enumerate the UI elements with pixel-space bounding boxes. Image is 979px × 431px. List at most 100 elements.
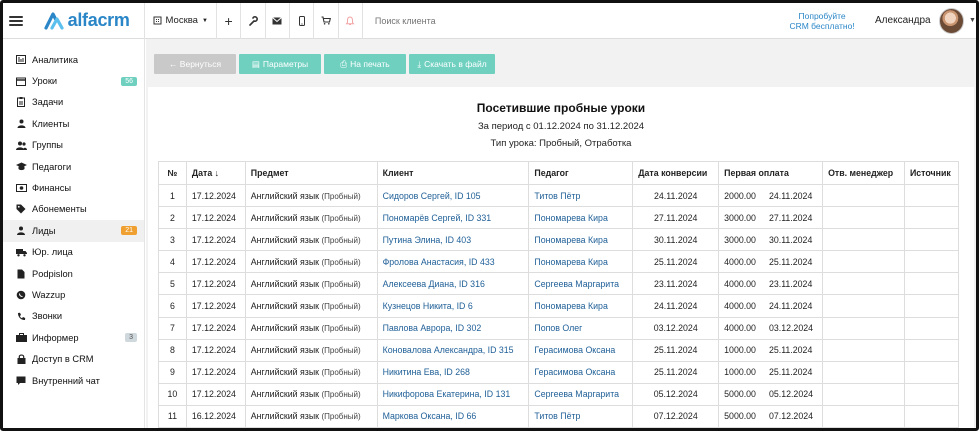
parameters-button[interactable]: ▤ Параметры xyxy=(239,54,321,74)
teacher-link[interactable]: Сергеева Маргарита xyxy=(534,279,619,289)
teacher-link[interactable]: Герасимова Оксана xyxy=(534,367,615,377)
conversion-date: 25.11.2024 xyxy=(632,360,720,384)
sidebar-item-4[interactable]: Группы xyxy=(3,135,144,156)
client-link[interactable]: Сидоров Сергей, ID 105 xyxy=(383,191,481,201)
client-link[interactable]: Никифорова Екатерина, ID 131 xyxy=(383,389,511,399)
mobile-icon[interactable] xyxy=(290,3,313,39)
payment-date: 05.12.2024 xyxy=(768,389,813,400)
sidebar-item-label: Задачи xyxy=(32,97,64,108)
client-link-cell: Кузнецов Никита, ID 6 xyxy=(376,294,530,318)
manager xyxy=(822,183,905,208)
try-free-link[interactable]: Попробуйте CRM бесплатно! xyxy=(783,11,861,31)
download-label: Скачать в файл xyxy=(424,59,487,69)
teacher-link[interactable]: Пономарева Кира xyxy=(534,257,607,267)
wrench-icon[interactable] xyxy=(241,3,264,39)
payment-amount: 3000.00 xyxy=(724,234,756,245)
envelope-icon[interactable] xyxy=(266,3,289,39)
sidebar-item-label: Группы xyxy=(32,140,63,151)
client-link[interactable]: Пономарёв Сергей, ID 331 xyxy=(383,213,492,223)
client-link[interactable]: Павлова Аврора, ID 302 xyxy=(383,323,482,333)
logo[interactable]: alfacrm xyxy=(43,3,130,39)
back-button[interactable]: ← Вернуться xyxy=(154,54,236,74)
subject: Английский язык (Пробный) xyxy=(244,360,378,384)
teacher-link[interactable]: Герасимова Оксана xyxy=(534,345,615,355)
sidebar-item-label: Аналитика xyxy=(32,54,79,65)
client-search-input[interactable] xyxy=(362,3,734,39)
download-button[interactable]: ⤓ Скачать в файл xyxy=(409,54,495,74)
sidebar-item-11[interactable]: Wazzup xyxy=(3,284,144,305)
bell-icon[interactable] xyxy=(339,3,362,39)
teacher-link[interactable]: Пономарева Кира xyxy=(534,213,607,223)
client-link-cell: Алексеева Диана, ID 316 xyxy=(376,272,530,296)
source xyxy=(903,382,960,406)
sidebar-item-1[interactable]: Уроки 56 xyxy=(3,70,144,91)
col-first-payment[interactable]: Первая оплата xyxy=(718,161,824,185)
col-date[interactable]: Дата ↓ xyxy=(185,161,246,185)
print-button[interactable]: ⎙ На печать xyxy=(324,54,406,74)
sidebar-item-7[interactable]: Абонементы xyxy=(3,199,144,220)
col-client[interactable]: Клиент xyxy=(376,161,530,185)
sidebar-item-9[interactable]: Юр. лица xyxy=(3,242,144,263)
col-conversion-date[interactable]: Дата конверсии xyxy=(632,161,720,185)
sidebar-item-label: Финансы xyxy=(32,183,72,194)
payment-amount: 5000.00 xyxy=(724,389,756,400)
teacher-link[interactable]: Пономарева Кира xyxy=(534,301,607,311)
manager xyxy=(822,206,905,230)
col-source[interactable]: Источник xyxy=(903,161,960,185)
subject-name: Английский язык xyxy=(250,323,319,334)
teacher-link[interactable]: Пономарева Кира xyxy=(534,235,607,245)
sidebar-item-12[interactable]: Звонки xyxy=(3,306,144,327)
sidebar-item-5[interactable]: Педагоги xyxy=(3,156,144,177)
first-payment-cell: 3000.00 30.11.2024 xyxy=(718,228,824,252)
report-table: № Дата ↓ Предмет Клиент Педагог Дата кон… xyxy=(158,161,960,428)
client-link[interactable]: Путина Элина, ID 403 xyxy=(383,235,472,245)
teacher-link[interactable]: Титов Пётр xyxy=(534,411,580,421)
sidebar-item-14[interactable]: Доступ в CRM xyxy=(3,348,144,369)
subject-name: Английский язык xyxy=(250,278,319,289)
sidebar-item-2[interactable]: Задачи xyxy=(3,92,144,113)
client-link[interactable]: Никитина Ева, ID 268 xyxy=(383,367,470,377)
teacher-link[interactable]: Сергеева Маргарита xyxy=(534,389,619,399)
lesson-date: 16.12.2024 xyxy=(185,404,246,428)
lesson-type-note: (Пробный) xyxy=(321,346,361,356)
teacher-link[interactable]: Попов Олег xyxy=(534,323,582,333)
col-teacher[interactable]: Педагог xyxy=(528,161,634,185)
user-name[interactable]: Александра xyxy=(875,15,931,26)
sidebar-item-6[interactable]: Финансы xyxy=(3,177,144,198)
teacher-link-cell: Герасимова Оксана xyxy=(528,338,634,362)
menu-icon[interactable] xyxy=(9,15,23,26)
client-link[interactable]: Маркова Оксана, ID 66 xyxy=(383,411,477,421)
avatar[interactable] xyxy=(938,7,964,34)
client-link[interactable]: Фролова Анастасия, ID 433 xyxy=(383,257,495,267)
sidebar-item-8[interactable]: Лиды 21 xyxy=(3,220,144,242)
tag-icon xyxy=(15,204,27,214)
conversion-date: 24.11.2024 xyxy=(632,183,720,208)
cart-icon[interactable] xyxy=(314,3,337,39)
lesson-type-note: (Пробный) xyxy=(321,279,361,289)
lesson-type-note: (Пробный) xyxy=(321,213,361,223)
client-link[interactable]: Кузнецов Никита, ID 6 xyxy=(383,301,473,311)
sidebar-item-13[interactable]: Информер 3 xyxy=(3,327,144,348)
sidebar-item-0[interactable]: Аналитика xyxy=(3,49,144,70)
source xyxy=(903,338,960,362)
client-link[interactable]: Коновалова Александра, ID 315 xyxy=(383,345,514,355)
client-link-cell: Маркова Оксана, ID 66 xyxy=(376,404,530,428)
sidebar-item-3[interactable]: Клиенты xyxy=(3,113,144,134)
client-link[interactable]: Алексеева Диана, ID 316 xyxy=(383,279,485,289)
funnel-icon xyxy=(15,226,27,236)
file-icon: ▤ xyxy=(251,58,260,69)
row-number: 3 xyxy=(158,228,187,252)
table-row: 7 17.12.2024 Английский язык (Пробный) Павл… xyxy=(158,316,960,340)
add-icon[interactable]: + xyxy=(217,3,240,39)
sidebar-item-10[interactable]: Podpislon xyxy=(3,263,144,284)
col-subject[interactable]: Предмет xyxy=(244,161,378,185)
sidebar-item-15[interactable]: Внутренний чат xyxy=(3,370,144,391)
city-selector[interactable]: Москва ▼ xyxy=(145,3,216,39)
conversion-date: 07.12.2024 xyxy=(632,404,720,428)
teacher-link[interactable]: Титов Пётр xyxy=(534,191,580,201)
client-link-cell: Путина Элина, ID 403 xyxy=(376,228,530,252)
first-payment-cell: 4000.00 25.11.2024 xyxy=(718,250,824,274)
user-menu-caret-icon[interactable]: ▼ xyxy=(969,17,976,24)
source xyxy=(903,250,960,274)
col-manager[interactable]: Отв. менеджер xyxy=(822,161,905,185)
